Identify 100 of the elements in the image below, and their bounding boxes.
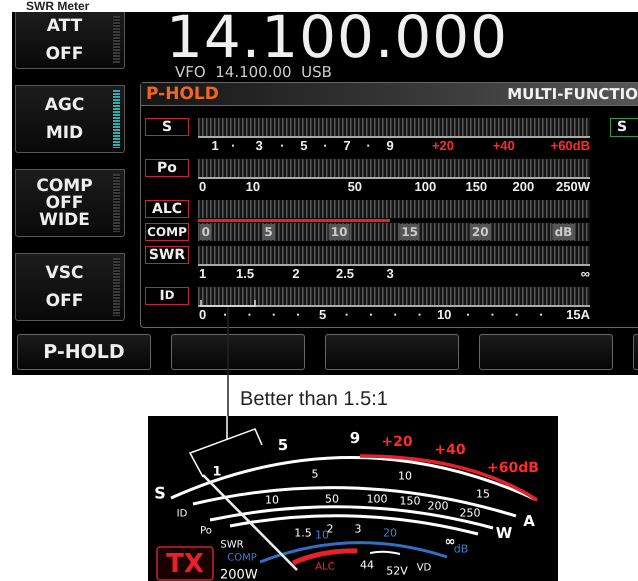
scale-label: +20: [432, 138, 454, 154]
scale-label: SWR: [220, 540, 244, 550]
scale-label: ·: [323, 138, 328, 154]
scale-label: 2.5: [336, 266, 354, 282]
scale-label: S: [154, 484, 166, 502]
power-reading: 200W: [220, 568, 258, 581]
scale-label: dB: [552, 224, 574, 240]
scale-label: 7: [343, 138, 351, 154]
scale-label: 1: [212, 138, 219, 154]
scale-label: 5: [312, 468, 318, 480]
scale-label: 15: [399, 224, 420, 240]
scale-label: 5: [300, 138, 308, 154]
function-button[interactable]: P-HOLD: [17, 334, 151, 370]
scale-label: ·: [418, 307, 422, 323]
scale-label: 2: [292, 266, 300, 282]
scale-label: ·: [280, 138, 284, 154]
scale-label: +60dB: [550, 138, 590, 154]
vfo-readout: VFO 14.100.00 USB: [174, 62, 333, 82]
scale-label: 1: [198, 266, 206, 282]
function-key[interactable]: AGC MID: [15, 85, 125, 153]
scale-label: dB: [454, 542, 468, 556]
scale-label: 20: [470, 224, 491, 240]
scale-label: ·: [223, 307, 228, 323]
scale-label: ·: [231, 138, 236, 154]
scale-label: ·: [393, 307, 398, 323]
meter-label: S: [610, 118, 638, 137]
scale-label: 100: [366, 492, 388, 506]
scale-label: ·: [296, 307, 301, 323]
scale-label: 10: [315, 528, 329, 542]
scale-label: ·: [466, 307, 471, 323]
scale-label: 10: [328, 224, 350, 240]
scale-label: ·: [514, 307, 520, 323]
scale-label: ·: [248, 307, 252, 323]
scale-label: 1.5: [236, 266, 254, 282]
scale-label: A: [523, 512, 535, 530]
scale-label: 10: [398, 470, 412, 482]
scale-label: ALC: [315, 562, 335, 572]
scale-label: 150: [400, 494, 420, 508]
scale-label: W: [496, 524, 512, 542]
meter-label: SWR: [145, 246, 189, 264]
scale-label: 1: [212, 464, 222, 480]
scale-label: 15A: [566, 307, 590, 323]
scale-label: 1.5: [294, 526, 312, 540]
scale-label: 44: [360, 558, 374, 572]
function-button[interactable]: [325, 334, 459, 370]
frequency-readout: 14.100.000: [165, 12, 510, 62]
scale-label: 9: [350, 429, 360, 447]
scale-label: ·: [366, 138, 371, 154]
scale-label: 150: [465, 179, 488, 195]
function-button[interactable]: [171, 334, 305, 370]
scale-label: 50: [325, 492, 339, 506]
scale-label: 10: [246, 179, 260, 195]
panel-title: MULTI-FUNCTIO: [507, 85, 638, 103]
meter-label: ALC: [145, 200, 189, 218]
scale-label: 3: [256, 138, 263, 154]
function-button[interactable]: [479, 334, 613, 370]
scale-label: 52V: [386, 564, 408, 578]
scale-label: ·: [344, 307, 350, 323]
scale-label: 10: [436, 307, 452, 323]
scale-label: 15: [476, 488, 490, 500]
meter-label: S: [145, 118, 189, 136]
hold-label: P-HOLD: [145, 84, 219, 104]
scale-label: 3: [354, 522, 362, 536]
scale-label: 20: [383, 526, 397, 540]
scale-label: ·: [539, 307, 544, 323]
scale-label: ID: [176, 508, 188, 520]
scale-label: VD: [416, 562, 432, 574]
function-key[interactable]: COMP OFF WIDE: [15, 169, 125, 237]
callout-text: Better than 1.5:1: [240, 387, 388, 411]
scale-label: +40: [434, 442, 466, 458]
scale-label: 3: [386, 266, 394, 282]
scale-label: 0: [200, 224, 212, 240]
section-heading: SWR Meter: [25, 0, 90, 12]
scale-label: ∞: [444, 534, 456, 550]
scale-label: +20: [381, 434, 413, 450]
scale-label: +40: [492, 138, 515, 154]
function-key[interactable]: VSC OFF: [15, 253, 125, 321]
scale-label: 0: [198, 307, 206, 323]
scale-label: 5: [319, 307, 326, 323]
scale-label: COMP: [227, 552, 257, 564]
function-key[interactable]: ATT OFF: [15, 12, 125, 69]
scale-label: ·: [490, 307, 495, 323]
tx-badge: TX: [156, 546, 214, 581]
meter-label: COMP: [145, 223, 189, 241]
scale-label: 250: [460, 506, 480, 520]
scale-label: ·: [272, 307, 276, 323]
scale-label: Po: [200, 526, 212, 536]
scale-label: 5: [262, 224, 275, 240]
scale-label: 5: [278, 436, 288, 454]
meter-label: Po: [145, 159, 189, 177]
scale-label: 50: [348, 179, 362, 195]
scale-label: 100: [414, 179, 436, 195]
scale-label: ∞: [580, 266, 590, 282]
scale-label: 200: [512, 179, 534, 195]
scale-label: 0: [198, 179, 206, 195]
scale-label: 250W: [556, 179, 590, 195]
scale-label: +60dB: [487, 460, 539, 476]
scale-label: 10: [265, 494, 279, 506]
scale-label: ·: [369, 307, 374, 323]
scale-label: 9: [386, 138, 394, 154]
